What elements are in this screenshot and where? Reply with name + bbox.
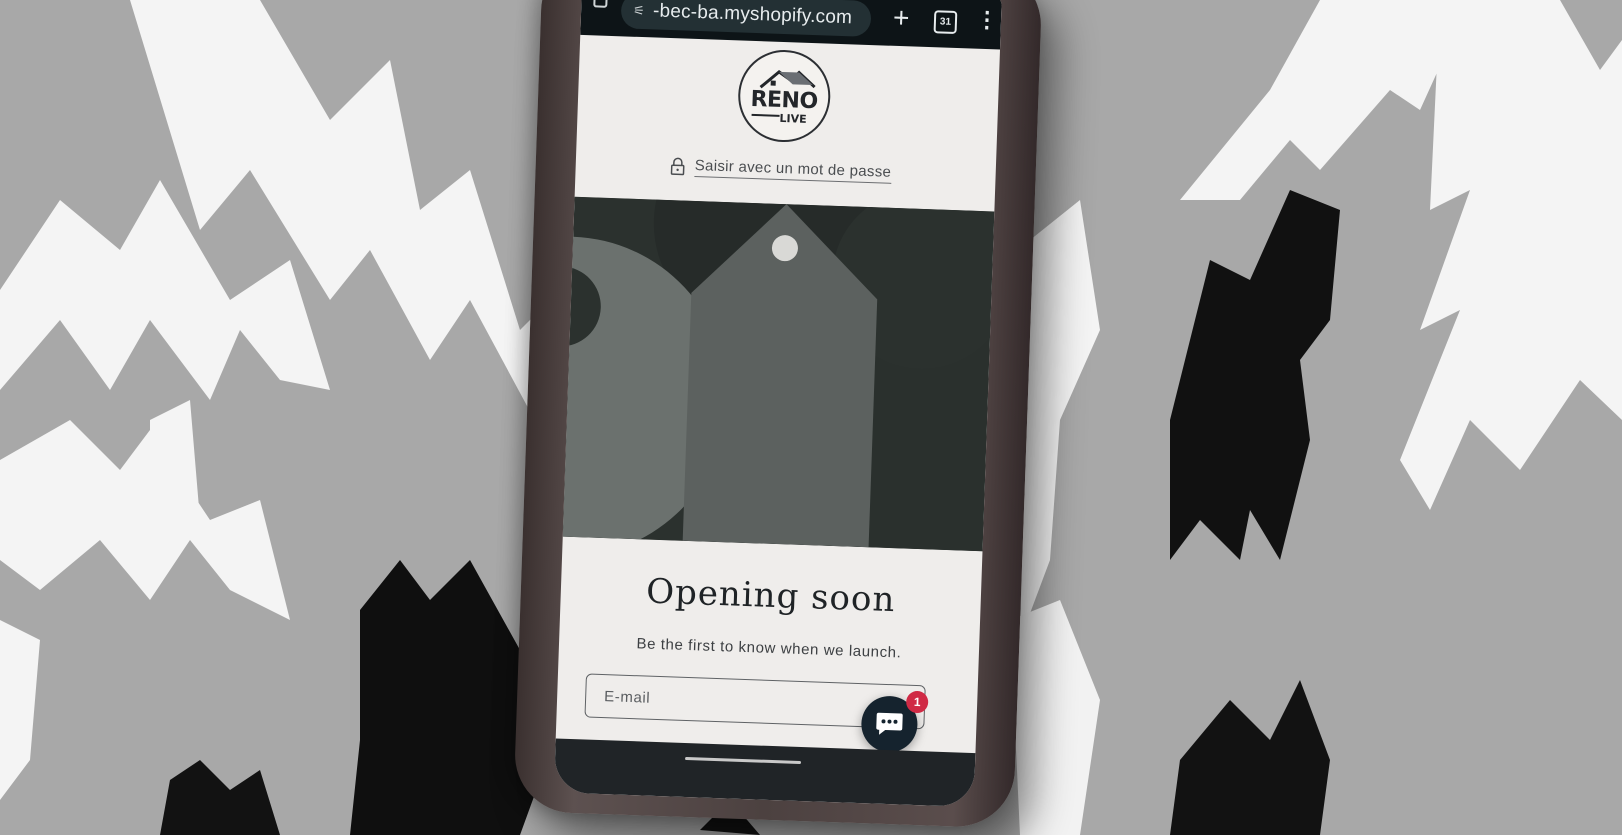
logo-subtext: LIVE bbox=[779, 111, 807, 126]
phone-device: ⚟ -bec-ba.myshopify.com + 31 ⋮ RENO LIVE bbox=[513, 0, 1043, 829]
address-bar-url: -bec-ba.myshopify.com bbox=[652, 0, 853, 29]
tab-switcher-icon[interactable] bbox=[593, 0, 608, 8]
chat-notification-badge: 1 bbox=[905, 690, 929, 714]
lock-icon bbox=[670, 157, 685, 176]
address-bar[interactable]: ⚟ -bec-ba.myshopify.com bbox=[620, 0, 872, 38]
page-subheadline: Be the first to know when we launch. bbox=[636, 635, 902, 662]
tabs-count-button[interactable]: 31 bbox=[933, 10, 958, 35]
store-logo[interactable]: RENO LIVE bbox=[736, 48, 832, 144]
page-headline: Opening soon bbox=[645, 571, 897, 621]
password-link-label: Saisir avec un mot de passe bbox=[694, 156, 892, 184]
site-settings-icon[interactable]: ⚟ bbox=[633, 3, 645, 19]
new-tab-button[interactable]: + bbox=[893, 2, 910, 34]
browser-toolbar: ⚟ -bec-ba.myshopify.com + 31 ⋮ bbox=[580, 0, 1002, 50]
logo-wordmark: RENO bbox=[750, 86, 819, 115]
chat-icon bbox=[876, 712, 903, 735]
password-entry-link[interactable]: Saisir avec un mot de passe bbox=[670, 156, 892, 184]
phone-screen: ⚟ -bec-ba.myshopify.com + 31 ⋮ RENO LIVE bbox=[553, 0, 1002, 808]
hero-image bbox=[562, 196, 995, 552]
browser-menu-button[interactable]: ⋮ bbox=[976, 7, 999, 34]
logo-underline bbox=[751, 113, 780, 117]
